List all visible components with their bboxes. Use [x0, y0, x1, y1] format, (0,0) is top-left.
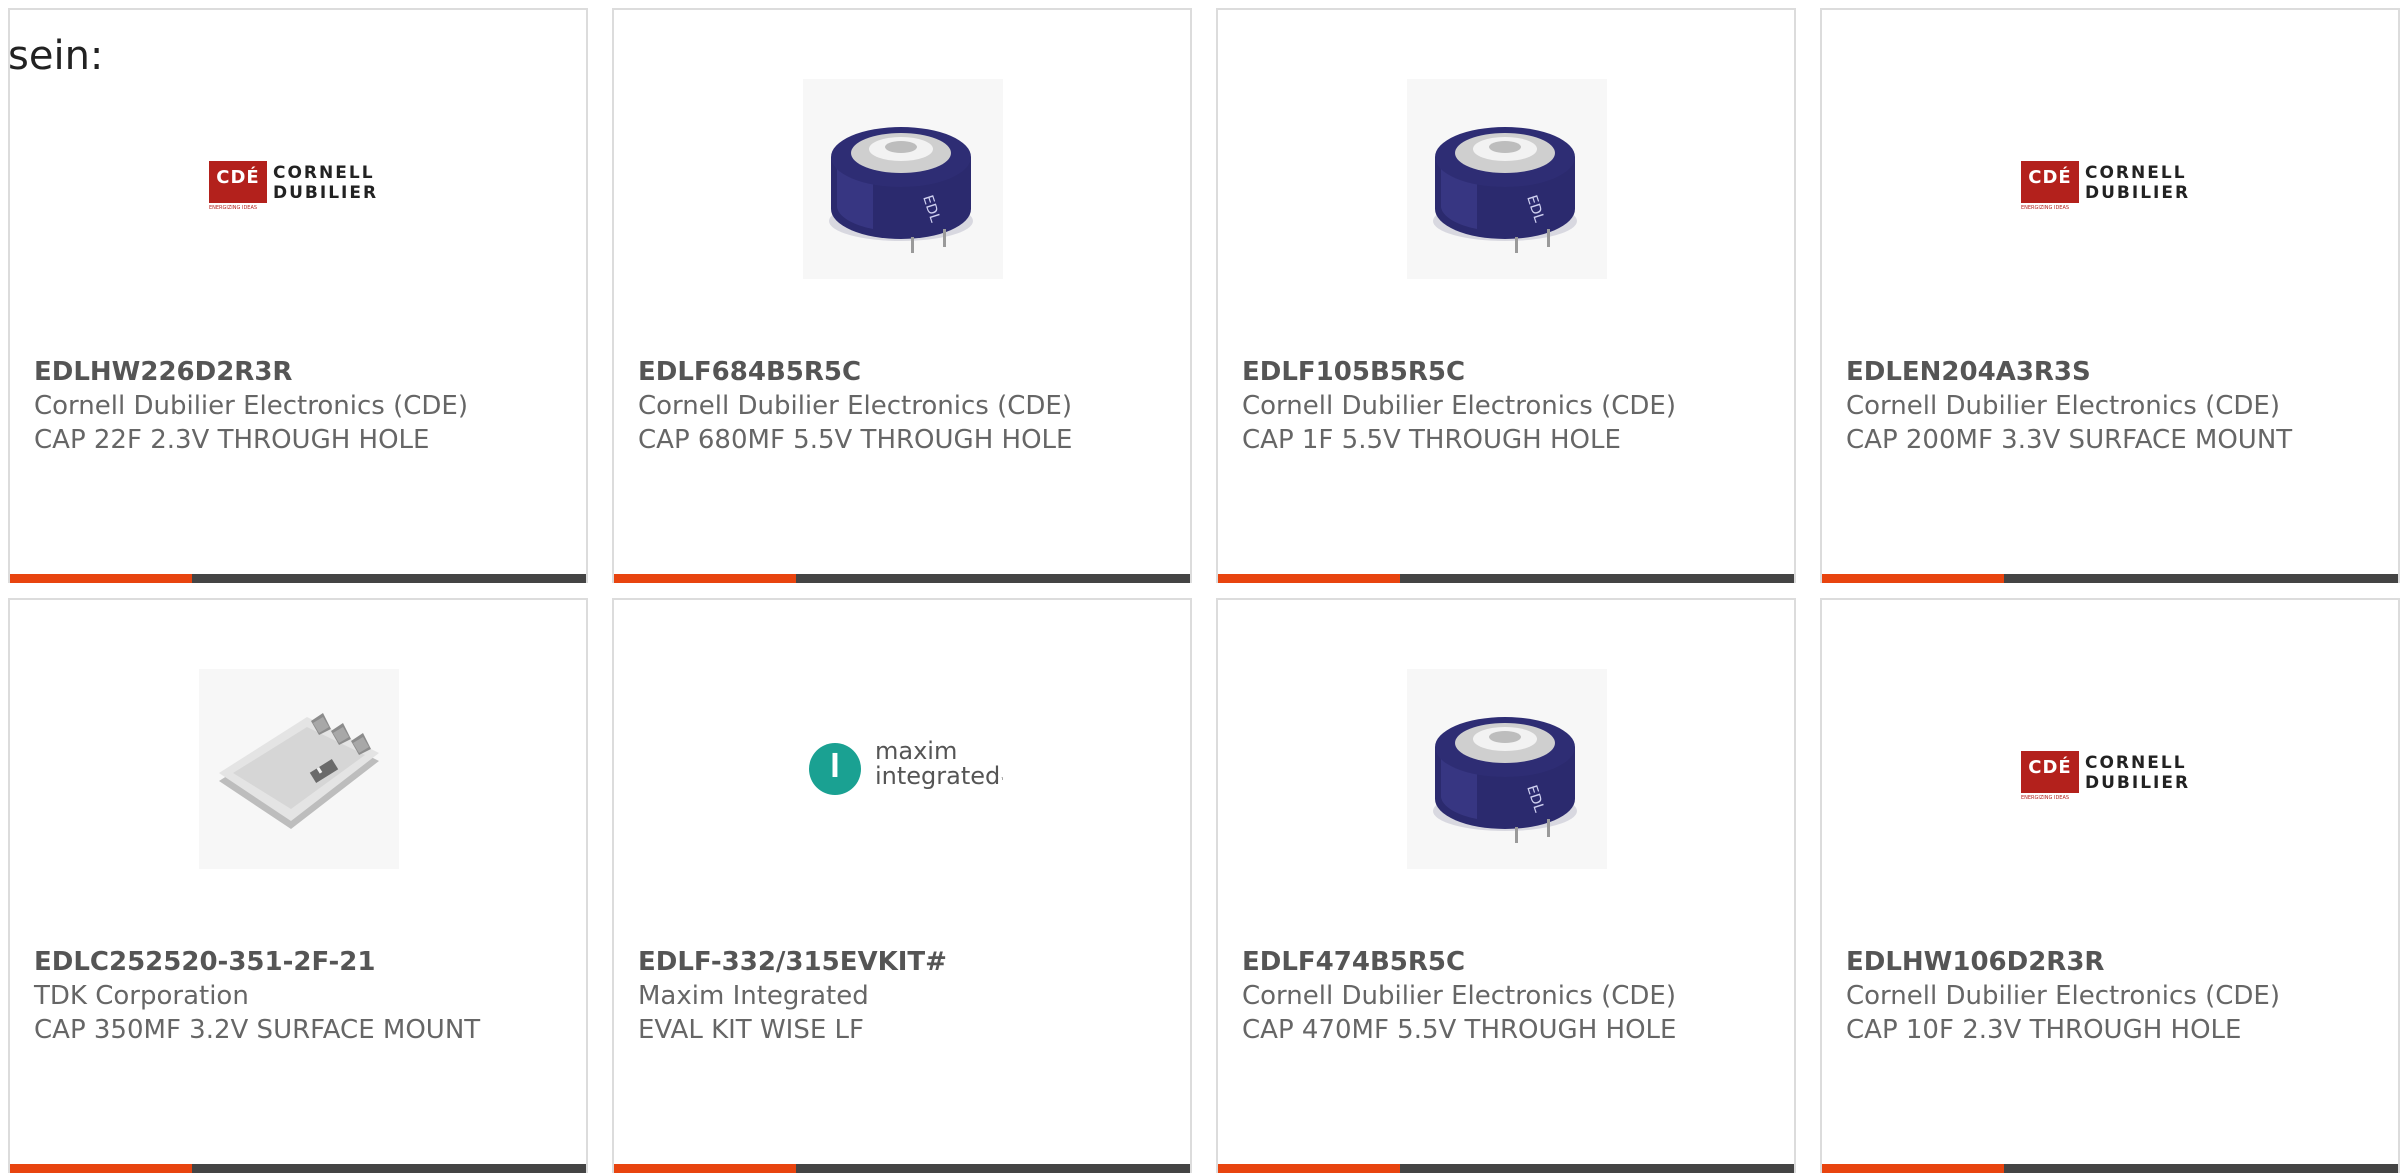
intro-text: sein: — [8, 33, 104, 79]
card-footer-bar — [1218, 1164, 1794, 1173]
card-footer-bar — [1822, 574, 2398, 583]
part-number[interactable]: EDLF105B5R5C — [1242, 355, 1714, 389]
description: EVAL KIT WISE LF — [638, 1015, 864, 1045]
radial-supercapacitor-icon: EDL — [829, 127, 973, 253]
card-footer-bar — [10, 1164, 586, 1173]
description: CAP 1F 5.5V THROUGH HOLE — [1242, 425, 1621, 455]
part-number[interactable]: EDLC252520-351-2F-21 — [34, 945, 506, 979]
part-number[interactable]: EDLHW106D2R3R — [1846, 945, 2318, 979]
cde-logo-icon: CDÉ ENERGIZING IDEAS CORNELL DUBILIER — [2021, 161, 2191, 211]
card-footer-bar — [614, 1164, 1190, 1173]
product-image: EDL — [803, 79, 1003, 279]
radial-supercapacitor-icon: EDL — [1433, 717, 1577, 843]
part-number[interactable]: EDLHW226D2R3R — [34, 355, 506, 389]
manufacturer: Cornell Dubilier Electronics (CDE) — [1242, 981, 1676, 1011]
product-card[interactable]: EDL EDLF474B5R5C Cornell Dubilier Electr… — [1216, 598, 1796, 1173]
description: CAP 350MF 3.2V SURFACE MOUNT — [34, 1015, 481, 1045]
card-footer-bar — [614, 574, 1190, 583]
manufacturer-logo: CDÉ ENERGIZING IDEAS CORNELL DUBILIER — [2011, 669, 2211, 869]
manufacturer: Cornell Dubilier Electronics (CDE) — [34, 391, 468, 421]
manufacturer: TDK Corporation — [34, 981, 249, 1011]
product-card[interactable]: CDÉ ENERGIZING IDEAS CORNELL DUBILIER EDL… — [8, 8, 588, 583]
manufacturer: Cornell Dubilier Electronics (CDE) — [1846, 391, 2280, 421]
maxim-logo-icon: ꟾ maximintegrated™ — [809, 739, 1003, 799]
product-image: EDL — [1407, 79, 1607, 279]
flat-pouch-capacitor-icon — [219, 713, 379, 829]
cde-logo-icon: CDÉ ENERGIZING IDEAS CORNELL DUBILIER — [2021, 751, 2191, 801]
manufacturer: Cornell Dubilier Electronics (CDE) — [638, 391, 1072, 421]
product-card[interactable]: EDL EDLF105B5R5C Cornell Dubilier Electr… — [1216, 8, 1796, 583]
product-card[interactable]: EDLC252520-351-2F-21 TDK Corporation CAP… — [8, 598, 588, 1173]
card-footer-bar — [1218, 574, 1794, 583]
card-footer-bar — [10, 574, 586, 583]
product-card[interactable]: EDL EDLF684B5R5C Cornell Dubilier Electr… — [612, 8, 1192, 583]
part-number[interactable]: EDLEN204A3R3S — [1846, 355, 2318, 389]
description: CAP 10F 2.3V THROUGH HOLE — [1846, 1015, 2242, 1045]
part-number[interactable]: EDLF684B5R5C — [638, 355, 1110, 389]
manufacturer-logo: ꟾ maximintegrated™ — [803, 669, 1003, 869]
product-card[interactable]: CDÉ ENERGIZING IDEAS CORNELL DUBILIER EDL… — [1820, 8, 2400, 583]
manufacturer: Maxim Integrated — [638, 981, 869, 1011]
description: CAP 200MF 3.3V SURFACE MOUNT — [1846, 425, 2293, 455]
description: CAP 680MF 5.5V THROUGH HOLE — [638, 425, 1073, 455]
radial-supercapacitor-icon: EDL — [1433, 127, 1577, 253]
card-footer-bar — [1822, 1164, 2398, 1173]
product-image — [199, 669, 399, 869]
product-image: EDL — [1407, 669, 1607, 869]
description: CAP 22F 2.3V THROUGH HOLE — [34, 425, 430, 455]
cde-logo-icon: CDÉ ENERGIZING IDEAS CORNELL DUBILIER — [209, 161, 379, 211]
manufacturer-logo: CDÉ ENERGIZING IDEAS CORNELL DUBILIER — [2011, 79, 2211, 279]
manufacturer-logo: CDÉ ENERGIZING IDEAS CORNELL DUBILIER — [199, 79, 399, 279]
manufacturer: Cornell Dubilier Electronics (CDE) — [1846, 981, 2280, 1011]
description: CAP 470MF 5.5V THROUGH HOLE — [1242, 1015, 1677, 1045]
part-number[interactable]: EDLF-332/315EVKIT# — [638, 945, 1110, 979]
product-card[interactable]: ꟾ maximintegrated™ EDLF-332/315EVKIT# Ma… — [612, 598, 1192, 1173]
manufacturer: Cornell Dubilier Electronics (CDE) — [1242, 391, 1676, 421]
product-card[interactable]: CDÉ ENERGIZING IDEAS CORNELL DUBILIER EDL… — [1820, 598, 2400, 1173]
part-number[interactable]: EDLF474B5R5C — [1242, 945, 1714, 979]
